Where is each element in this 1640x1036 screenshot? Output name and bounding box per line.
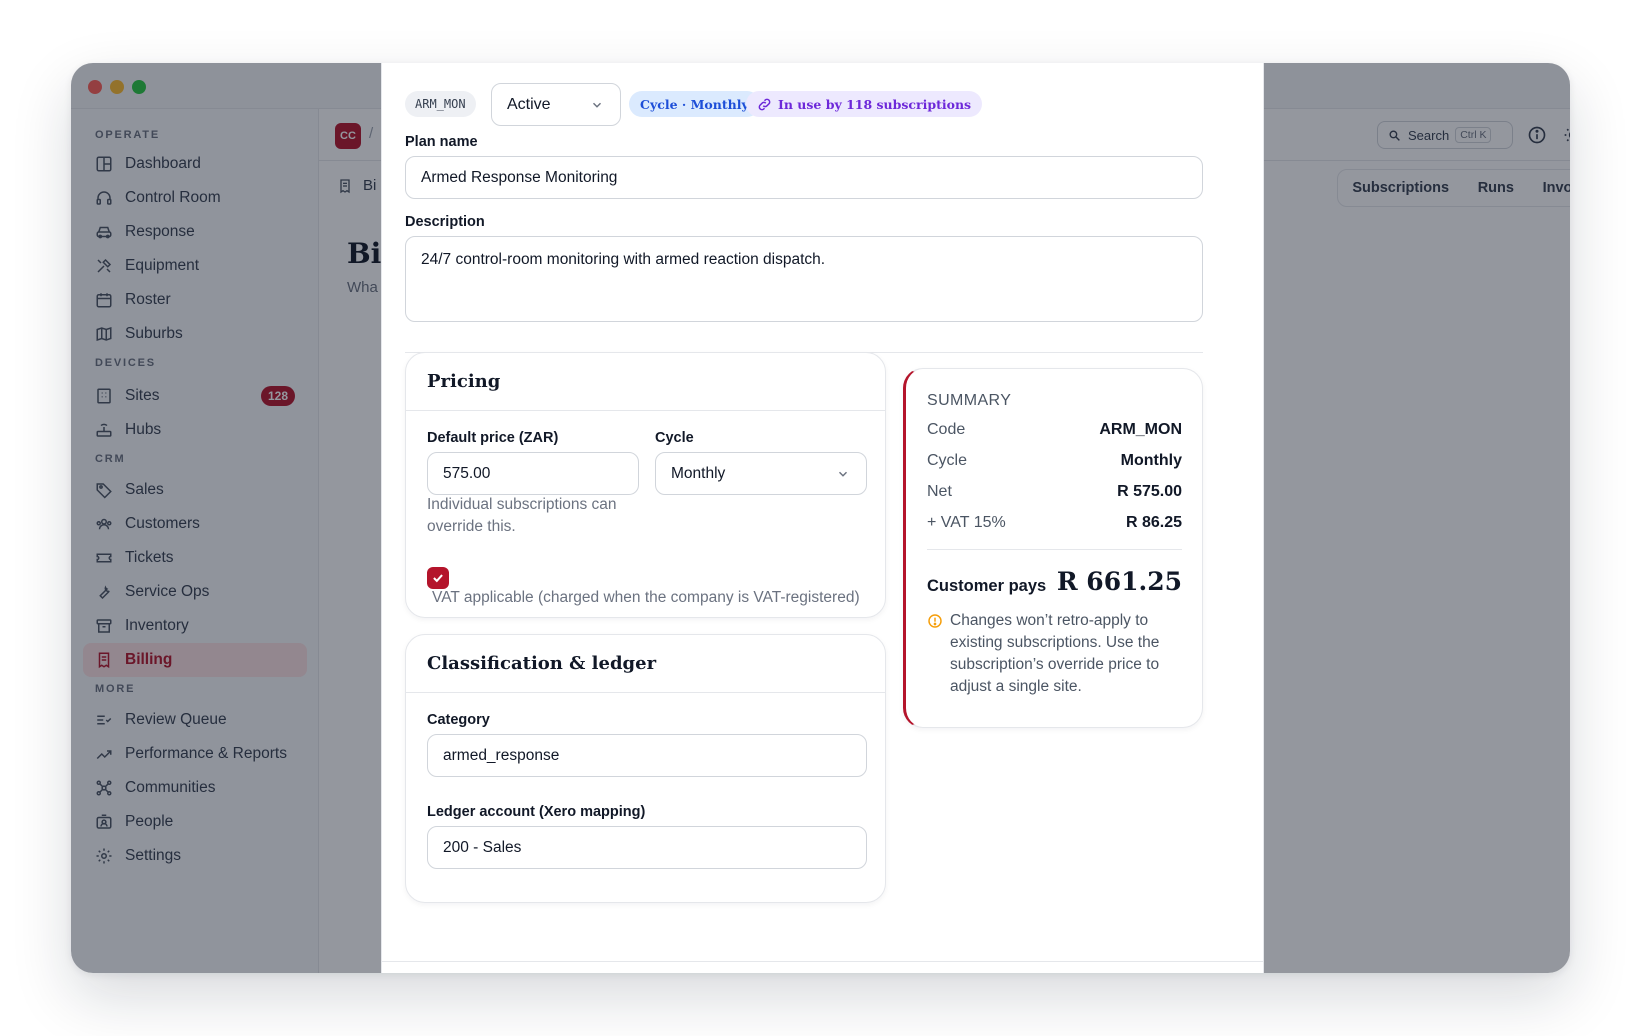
summary-row-cycle: Cycle Monthly [927,452,1182,470]
usage-chip: In use by 118 subscriptions [746,91,983,117]
description-label: Description [405,214,485,230]
edit-plan-modal: ARM_MON Active Cycle · Monthly In use by… [381,63,1264,973]
usage-chip-label: In use by 118 subscriptions [778,96,972,112]
check-icon [431,571,445,585]
vat-label: VAT applicable (charged when the company… [432,589,860,606]
cycle-value: Monthly [671,464,726,482]
status-select[interactable]: Active [491,83,621,126]
summary-value: ARM_MON [1099,421,1182,438]
customer-pays-label: Customer pays [927,577,1047,595]
summary-key: + VAT 15% [927,514,1006,531]
summary-key: Net [927,483,952,500]
price-label: Default price (ZAR) [427,430,559,446]
summary-value: R 86.25 [1125,514,1182,531]
chevron-down-icon [590,98,604,112]
vat-checkbox[interactable] [427,567,449,589]
cycle-chip: Cycle · Monthly [629,91,760,117]
price-input[interactable]: 575.00 [427,452,639,495]
summary-value: R 575.00 [1117,483,1182,500]
summary-card: SUMMARY Code ARM_MON Cycle Monthly Net R… [903,368,1203,728]
modal-footer-divider [382,961,1263,962]
category-input[interactable]: armed_response [427,734,867,777]
plan-code-chip: ARM_MON [405,91,476,117]
summary-title: SUMMARY [927,392,1012,409]
cycle-label: Cycle [655,430,694,446]
plan-name-label: Plan name [405,134,478,150]
pricing-title: Pricing [406,353,885,411]
summary-row-vat: + VAT 15% R 86.25 [927,514,1182,532]
description-textarea[interactable]: 24/7 control-room monitoring with armed … [405,236,1203,322]
classification-card: Classification & ledger Category armed_r… [405,634,886,903]
status-value: Active [507,95,551,113]
link-icon [757,97,772,112]
summary-note: Changes won’t retro-apply to existing su… [950,612,1160,695]
pricing-card: Pricing Default price (ZAR) 575.00 Indiv… [405,352,886,618]
price-hint: Individual subscriptions can override th… [427,496,617,535]
summary-key: Cycle [927,452,968,469]
customer-pays-value: R 661.25 [1056,567,1182,596]
summary-value: Monthly [1120,452,1182,469]
ledger-label: Ledger account (Xero mapping) [427,804,646,820]
summary-row-code: Code ARM_MON [927,421,1182,439]
category-label: Category [427,712,490,728]
info-icon [927,613,943,629]
ledger-input[interactable]: 200 - Sales [427,826,867,869]
summary-row-net: Net R 575.00 [927,483,1182,501]
chevron-down-icon [836,467,850,481]
summary-key: Code [927,421,966,438]
plan-name-input[interactable]: Armed Response Monitoring [405,156,1203,199]
cycle-select[interactable]: Monthly [655,452,867,495]
classification-title: Classification & ledger [406,635,885,693]
summary-divider [927,549,1182,550]
